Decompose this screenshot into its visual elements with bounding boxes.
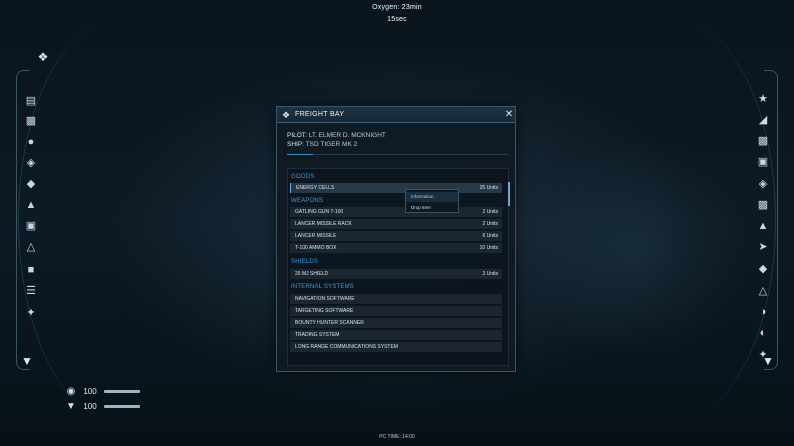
health-bar: [104, 389, 140, 393]
rocket-icon[interactable]: ➤: [756, 240, 770, 254]
satellite-icon[interactable]: ◈: [756, 177, 770, 191]
drone-icon[interactable]: ◆: [756, 262, 770, 276]
context-menu: Information Drop Item: [405, 189, 459, 213]
rank-icon[interactable]: ★: [756, 92, 770, 106]
freight-bay-panel: ❖ FREIGHT BAY ✕ PILOT: LT. ELMER D. MCKN…: [276, 106, 516, 372]
cargo-list[interactable]: GOODS ENERGY CELLS 25 Units WEAPONS GATLI…: [287, 168, 509, 366]
list-item[interactable]: ENERGY CELLS 25 Units: [290, 183, 502, 193]
tab-underline: [287, 154, 313, 155]
diamond-nav-icon[interactable]: ❖: [36, 50, 50, 64]
moon-icon[interactable]: ◑: [756, 305, 770, 319]
shield-bar: [104, 404, 140, 408]
alert-icon[interactable]: △: [24, 240, 38, 254]
right-action-icon[interactable]: ▼: [761, 354, 775, 368]
build-icon[interactable]: ▣: [24, 219, 38, 233]
category-internal-systems: INTERNAL SYSTEMS: [291, 284, 354, 290]
ship-name: TSD TIGER MK 2: [305, 141, 358, 148]
cargo-icon[interactable]: ▩: [756, 198, 770, 212]
category-shields: SHIELDS: [291, 259, 319, 265]
context-item-drop-item[interactable]: Drop Item: [406, 203, 458, 213]
divider: [313, 154, 509, 155]
oxygen-label: Oxygen:: [372, 4, 400, 11]
freight-icon: ❖: [281, 110, 291, 120]
health-value: 100: [83, 386, 97, 396]
pilot-name: LT. ELMER D. MCKNIGHT: [308, 132, 386, 139]
oxygen-readout: Oxygen: 23min 15sec: [362, 2, 432, 23]
hand-icon[interactable]: ▲: [24, 198, 38, 212]
warning-icon[interactable]: ▲: [756, 219, 770, 233]
shield-icon: ◉: [66, 385, 76, 397]
ladder-icon[interactable]: ☰: [24, 284, 38, 298]
shield-value: 100: [83, 401, 97, 411]
tool-icon[interactable]: ✦: [24, 306, 38, 320]
panel-title: FREIGHT BAY: [295, 111, 345, 118]
list-item[interactable]: BOUNTY HUNTER SCANNER: [290, 318, 502, 328]
cockpit-frame-left: [18, 20, 218, 420]
antenna-icon[interactable]: △: [756, 284, 770, 298]
shield-stat: ▼ 100: [64, 400, 140, 412]
pc-time: PC TIME: 14:00: [379, 434, 415, 440]
document-icon[interactable]: ▤: [24, 94, 38, 108]
satellite-icon[interactable]: ◈: [24, 156, 38, 170]
stats-icon[interactable]: ◢: [756, 113, 770, 127]
list-item[interactable]: LANCER MISSILE RACK 2 Units: [290, 219, 502, 229]
list-item[interactable]: 25 MJ SHIELD 3 Units: [290, 269, 502, 279]
list-item[interactable]: LONG RANGE COMMUNICATIONS SYSTEM: [290, 342, 502, 352]
list-item[interactable]: NAVIGATION SOFTWARE: [290, 294, 502, 304]
list-item[interactable]: LANCER MISSILE 6 Units: [290, 231, 502, 241]
health-stat: ◉ 100: [64, 385, 140, 397]
context-item-information[interactable]: Information: [406, 192, 458, 202]
globe-icon[interactable]: ◐: [756, 326, 770, 340]
medal-icon[interactable]: ■: [24, 263, 38, 277]
armor-icon: ▼: [66, 400, 76, 412]
cockpit-frame-right: [576, 20, 776, 420]
panel-header: ❖ FREIGHT BAY ✕: [277, 107, 515, 123]
category-weapons: WEAPONS: [291, 198, 324, 204]
left-action-icon[interactable]: ▼: [20, 354, 34, 368]
clipboard-icon[interactable]: ▩: [756, 134, 770, 148]
diamond-icon[interactable]: ◆: [24, 177, 38, 191]
list-item[interactable]: T-100 AMMO BOX 10 Units: [290, 243, 502, 253]
ship-line: SHIP: TSD TIGER MK 2: [287, 141, 358, 148]
close-button[interactable]: ✕: [503, 109, 515, 121]
list-item[interactable]: TARGETING SOFTWARE: [290, 306, 502, 316]
clipboard-icon[interactable]: ▩: [24, 114, 38, 128]
oxygen-readout-bar: Oxygen: 23min 15sec: [360, 0, 436, 23]
people-icon[interactable]: ●: [24, 135, 38, 149]
pilot-line: PILOT: LT. ELMER D. MCKNIGHT: [287, 132, 386, 139]
list-item[interactable]: GATLING GUN T-100 2 Units: [290, 207, 502, 217]
list-scrollbar[interactable]: [508, 182, 510, 206]
cube-icon[interactable]: ▣: [756, 155, 770, 169]
category-goods: GOODS: [291, 174, 315, 180]
list-item[interactable]: TRADING SYSTEM: [290, 330, 502, 340]
pilot-info: PILOT: LT. ELMER D. MCKNIGHT SHIP: TSD T…: [287, 131, 386, 149]
